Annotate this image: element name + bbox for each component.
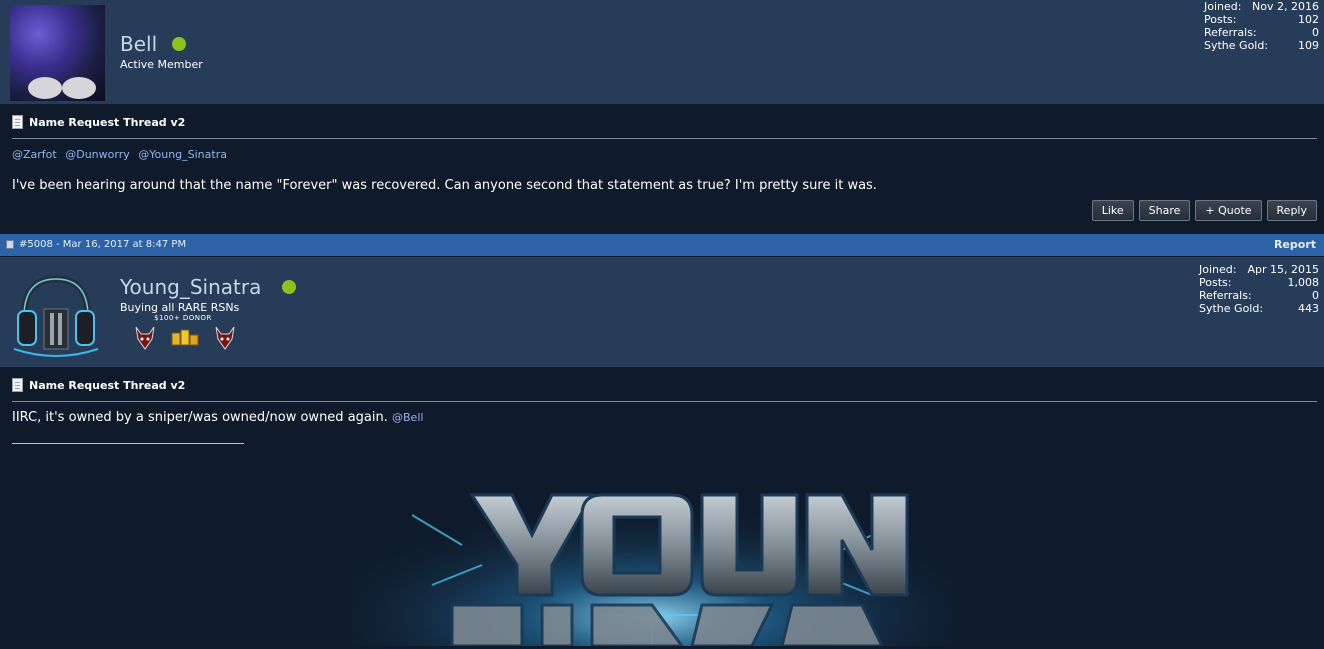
avatar[interactable] <box>10 5 105 101</box>
quote-button[interactable]: + Quote <box>1195 200 1262 221</box>
user-stats: Joined: Apr 15, 2015 Posts: 1,008 Referral… <box>1199 263 1319 315</box>
mention-link[interactable]: @Young_Sinatra <box>138 148 227 161</box>
online-status-icon <box>172 37 186 51</box>
like-button[interactable]: Like <box>1091 200 1134 221</box>
divider <box>12 138 1317 139</box>
signature-banner-image <box>352 455 952 648</box>
thread-title: Name Request Thread v2 <box>12 378 185 392</box>
document-icon <box>12 115 23 129</box>
reply-button[interactable]: Reply <box>1266 200 1317 221</box>
post-header-bell: Bell Active Member Joined: Nov 2, 2016 Po… <box>0 0 1324 104</box>
post-info-bar: #5008 - Mar 16, 2017 at 8:47 PM Report <box>0 234 1324 256</box>
gold-coins-icon <box>170 327 200 353</box>
user-stats: Joined: Nov 2, 2016 Posts: 102 Referrals: 0… <box>1204 0 1319 52</box>
mentions: @Zarfot @Dunworry @Young_Sinatra <box>12 148 232 161</box>
post-header-young-sinatra: Young_Sinatra Buying all RARE RSNs $100+… <box>0 257 1324 367</box>
share-button[interactable]: Share <box>1138 200 1191 221</box>
report-link[interactable]: Report <box>1274 238 1316 251</box>
post-permalink[interactable]: #5008 - Mar 16, 2017 at 8:47 PM <box>19 239 186 250</box>
demon-badge-icon <box>134 325 156 351</box>
donor-label: $100+ DONOR <box>154 314 212 322</box>
divider <box>12 401 1317 402</box>
post-message: I've been hearing around that the name "… <box>12 178 877 193</box>
document-icon <box>12 378 23 392</box>
demon-badge-icon <box>214 325 236 351</box>
post-icon <box>6 240 14 249</box>
mention-link[interactable]: @Bell <box>392 411 423 424</box>
post-message: IIRC, it's owned by a sniper/was owned/n… <box>12 410 424 425</box>
signature-divider <box>12 443 244 444</box>
user-title: Active Member <box>120 58 203 71</box>
username[interactable]: Bell <box>120 32 157 56</box>
post-actions: Like Share + Quote Reply <box>1091 200 1317 221</box>
username[interactable]: Young_Sinatra <box>120 275 261 299</box>
user-title: Buying all RARE RSNs <box>120 301 240 314</box>
mention-link[interactable]: @Zarfot <box>12 148 57 161</box>
online-status-icon <box>282 280 296 294</box>
thread-title: Name Request Thread v2 <box>12 115 185 129</box>
mention-link[interactable]: @Dunworry <box>65 148 130 161</box>
avatar[interactable] <box>10 267 102 359</box>
